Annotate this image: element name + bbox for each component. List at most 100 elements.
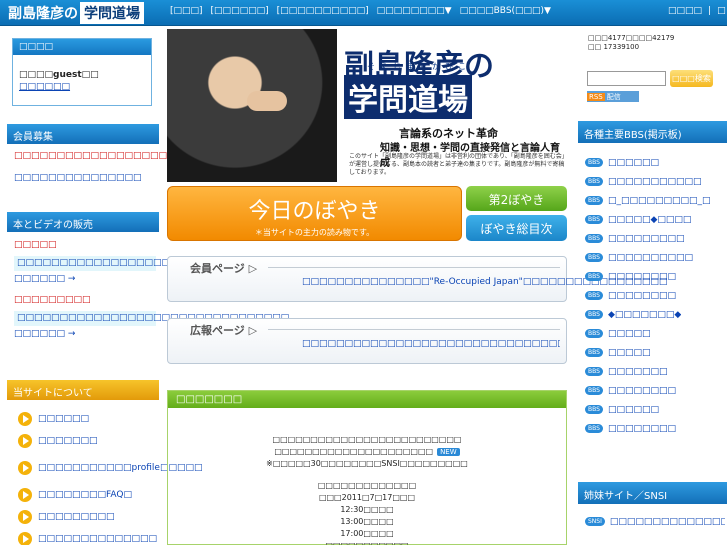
sister-sites-list: SNSI□□□□□□□□□□□□□□□□: [585, 512, 725, 531]
new-badge: NEW: [437, 448, 460, 456]
play-icon: [18, 532, 32, 545]
bbs-item[interactable]: BBS □□□□□□□□: [585, 381, 725, 400]
search-button[interactable]: □□□検索: [670, 70, 713, 87]
sales-title: 本とビデオの販売: [7, 212, 159, 232]
event-line-6: □□□2011□7□17□□□: [318, 493, 416, 502]
membership-link-2[interactable]: □□□□□□□□□□□□□□□: [14, 172, 156, 184]
bbs-item[interactable]: BBS □□□□□□: [585, 400, 725, 419]
login-box-title: □□□□: [13, 39, 151, 55]
bbs-icon: BBS: [585, 291, 603, 300]
bbs-icon: BBS: [585, 272, 603, 281]
bbs-item[interactable]: BBS □□□□□◆□□□□: [585, 210, 725, 229]
member-page-box: 会員ページ ▷ □□□□□□□□□□□□□□□"Re-Occupied Japa…: [167, 256, 667, 302]
bbs-item[interactable]: BBS □□□□□□□□□: [585, 229, 725, 248]
videos-more-link[interactable]: □□□□□□ →: [14, 329, 156, 340]
membership-link-1[interactable]: □□□□□□□□□□□□□□□□□□□□□□□□□□□□□□□: [14, 150, 278, 162]
top-bar: 副島隆彦の 学問道場 [□□□] [□□□□□□] [□□□□□□□□□□] □…: [0, 0, 727, 26]
bbs-item[interactable]: BBS □□□□□□□□□□□: [585, 172, 725, 191]
stats-line-2: □□ 17339100: [588, 43, 640, 51]
rss-icon: RSS: [587, 92, 605, 101]
site-logo[interactable]: 副島隆彦の 学問道場: [8, 1, 144, 24]
videos-heading[interactable]: □□□□□□□□□: [14, 295, 156, 306]
event-line-8: 13:00□□□□: [340, 517, 394, 526]
login-box: □□□□ □□□□guest□□ □□□□□□: [12, 38, 152, 106]
event-box: □□□□□□□ □□□□□□□□□□□□□□□□□□□□□□□□□ □□□□□□…: [167, 390, 567, 545]
membership-title: 会員募集: [7, 124, 159, 144]
about-item-1[interactable]: □□□□□□: [18, 408, 158, 430]
event-line-7: 12:30□□□□: [340, 505, 394, 514]
about-item-3[interactable]: □□□□□□□□□□□profile□□□□□: [18, 452, 202, 484]
books-heading[interactable]: □□□□□: [14, 240, 156, 251]
bbs-icon: BBS: [585, 386, 603, 395]
bbs-icon: BBS: [585, 234, 603, 243]
access-stats: □□□4177□□□□42179 □□ 17339100: [588, 34, 674, 52]
event-line-10: □□□□□□□□□□□: [168, 540, 566, 545]
bbs-list: BBS □□□□□□ BBS □□□□□□□□□□□ BBS □_□□□□□□□□□_…: [585, 153, 725, 438]
event-line-9: 17:00□□□□: [340, 529, 394, 538]
bbs-icon: BBS: [585, 253, 603, 262]
nav-right-2[interactable]: □: [717, 6, 726, 16]
bbs-item[interactable]: BBS □□□□□□: [585, 153, 725, 172]
play-icon: [18, 488, 32, 502]
boyaki-label: 今日のぼやき: [248, 199, 381, 224]
about-item-5[interactable]: □□□□□□□□□: [18, 506, 158, 528]
play-icon: [18, 510, 32, 524]
sister-site-item[interactable]: SNSI□□□□□□□□□□□□□□□□: [585, 512, 725, 531]
rss-button[interactable]: RSS 配信: [587, 91, 639, 102]
videos-text[interactable]: □□□□□□□□□□□□□□□□□□□□□□□□□□□□□□□□: [14, 311, 289, 326]
second-boyaki-button[interactable]: 第2ぼやき: [466, 186, 567, 211]
snsi-icon: SNSI: [585, 517, 605, 526]
bbs-item[interactable]: BBS □□□□□: [585, 324, 725, 343]
search-input[interactable]: [587, 71, 666, 86]
pr-page-link[interactable]: □□□□□□□□□□□□□□□□□□□□□□□□□□□□□□□□□□□□□□□□…: [302, 339, 560, 349]
about-item-6[interactable]: □□□□□□□□□□□□□□: [18, 528, 158, 545]
pr-page-title: 広報ページ ▷: [190, 324, 258, 337]
nav-item-1[interactable]: [□□□]: [170, 6, 203, 16]
bbs-item[interactable]: BBS □□□□□□□□: [585, 267, 725, 286]
bbs-title: 各種主要BBS(掲示板): [578, 121, 727, 143]
nav-item-5[interactable]: □□□□BBS(□□□)▼: [460, 6, 551, 16]
bbs-icon: BBS: [585, 215, 603, 224]
top-nav: [□□□] [□□□□□□] [□□□□□□□□□□] □□□□□□□□▼ □□…: [170, 6, 551, 16]
bbs-item[interactable]: BBS □_□□□□□□□□□_□: [585, 191, 725, 210]
sister-sites-title: 姉妹サイト／SNSI: [578, 482, 727, 504]
hero-banner: そえじまたかひこ 副島隆彦の 学問道場 言論系のネット革命 知識・思想・学問の直…: [167, 29, 567, 182]
books-text[interactable]: □□□□□□□□□□□□□□□□□□□□□□□□□□□□□□□□□□□□□□□□…: [14, 256, 417, 271]
event-line-1: □□□□□□□□□□□□□□□□□□□□□□□□□: [272, 435, 462, 444]
bbs-item[interactable]: BBS □□□□□□□□□□: [585, 248, 725, 267]
bbs-item[interactable]: BBS □□□□□□□□: [585, 286, 725, 305]
boyaki-index-button[interactable]: ぼやき総目次: [466, 215, 567, 241]
bbs-icon: BBS: [585, 348, 603, 357]
bbs-item[interactable]: BBS ◆□□□□□□□◆: [585, 305, 725, 324]
nav-right-sep-1: |: [708, 6, 712, 16]
portrait-photo: [167, 29, 337, 182]
boyaki-button[interactable]: 今日のぼやき ＊当サイトの主力の読み物です。: [167, 186, 462, 241]
bbs-item[interactable]: BBS □□□□□: [585, 343, 725, 362]
hero-description: このサイト「副島隆彦の学問道場」は非営利の団体であり、「副島隆彦を囲む会」が運営…: [349, 153, 565, 176]
top-nav-right: □□□□ | □ | □: [668, 6, 727, 16]
event-line-3: ※□□□□□30□□□□□□□□SNSI□□□□□□□□□: [266, 459, 468, 468]
welcome-text: □□□□guest□□: [19, 70, 99, 80]
play-icon: [18, 412, 32, 426]
boyaki-sublabel: ＊当サイトの主力の読み物です。: [254, 228, 375, 237]
bbs-item[interactable]: BBS □□□□□□□□: [585, 419, 725, 438]
rss-label: 配信: [606, 92, 621, 101]
event-line-5: □□□□□□□□□□□□□: [317, 481, 417, 490]
nav-right-1[interactable]: □□□□: [668, 6, 702, 16]
nav-item-3[interactable]: [□□□□□□□□□□]: [277, 6, 369, 16]
bbs-item[interactable]: BBS □□□□□□□: [585, 362, 725, 381]
nav-item-4[interactable]: □□□□□□□□▼: [377, 6, 452, 16]
nav-item-2[interactable]: [□□□□□□]: [211, 6, 269, 16]
event-body: □□□□□□□□□□□□□□□□□□□□□□□□□ □□□□□□□□□□□□□□…: [168, 408, 566, 545]
member-page-title: 会員ページ ▷: [190, 262, 258, 275]
event-title: □□□□□□□: [168, 391, 566, 408]
stats-line-1: □□□4177□□□□42179: [588, 34, 675, 42]
play-icon: [18, 461, 32, 475]
about-item-4[interactable]: □□□□□□□□FAQ□: [18, 484, 158, 506]
bbs-icon: BBS: [585, 424, 603, 433]
books-more-link[interactable]: □□□□□□ →: [14, 274, 156, 285]
login-link[interactable]: □□□□□□: [19, 81, 145, 93]
hero-title-2: 学問道場: [344, 75, 472, 119]
about-item-2[interactable]: □□□□□□□: [18, 430, 158, 452]
event-line-2[interactable]: □□□□□□□□□□□□□□□□□□□□□: [274, 447, 433, 456]
